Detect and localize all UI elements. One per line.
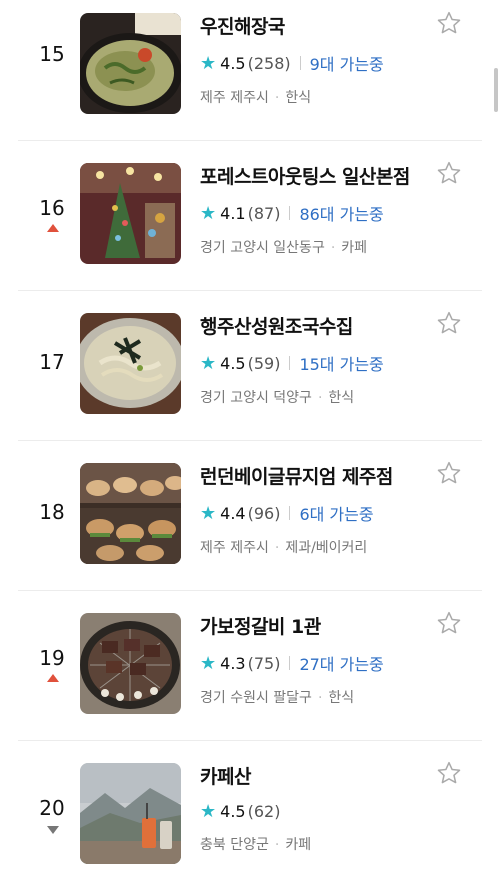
galbi-grill-photo [80,613,181,714]
restaurant-name[interactable]: 런던베이글뮤지엄 제주점 [200,462,440,489]
category-label: 한식 [328,390,355,406]
visiting-count: 15대 가는중 [299,355,384,374]
star-rating-icon: ★ [200,652,217,674]
restaurant-thumbnail[interactable] [80,163,181,264]
restaurant-name[interactable]: 가보정갈비 1관 [200,612,440,639]
restaurant-name[interactable]: 행주산성원조국수집 [200,312,440,339]
dot-separator: · [274,90,280,106]
region-label: 제주 제주시 [200,540,269,556]
list-item[interactable]: 20 카페산 ★ 4.5 (62) 충북 단양군 · 카페 [0,740,500,890]
visiting-count: 6대 가는중 [299,505,374,524]
star-rating-icon: ★ [200,202,217,224]
region-label: 경기 고양시 덕양구 [200,390,312,406]
category-label: 제과/베이커리 [285,540,368,556]
dot-separator: · [317,390,323,406]
rating-value: 4.3 [220,653,246,673]
favorite-star-icon[interactable] [436,760,462,786]
favorite-star-icon[interactable] [436,610,462,636]
review-count: (96) [247,503,281,523]
category-label: 카페 [341,240,368,256]
star-rating-icon: ★ [200,502,217,524]
trend-down-icon [47,826,59,834]
favorite-star-icon[interactable] [436,10,462,36]
rating-value: 4.5 [220,802,246,821]
noodle-soup-photo [80,313,181,414]
dot-separator: · [317,690,323,706]
haejangguk-photo [80,13,181,114]
list-item[interactable]: 19 가보정갈비 1관 ★ 4.3 (75) 27대 가는중 경기 수원시 팔달… [0,590,500,740]
divider [299,56,301,70]
rating-value: 4.5 [220,353,246,373]
restaurant-name[interactable]: 카페산 [200,762,440,789]
favorite-star-icon[interactable] [436,460,462,486]
visiting-count: 9대 가는중 [309,55,384,74]
visiting-count: 27대 가는중 [299,655,384,674]
restaurant-thumbnail[interactable] [80,463,181,564]
divider [289,656,291,670]
rank-number: 15 [39,42,65,66]
restaurant-thumbnail[interactable] [80,763,181,864]
favorite-star-icon[interactable] [436,160,462,186]
rating-value: 4.4 [220,503,246,523]
list-item[interactable]: 16 포레스트아웃팅스 일산본점 ★ 4.1 (87) 86대 가는중 경기 고… [0,140,500,290]
dot-separator: · [274,837,280,853]
restaurant-thumbnail[interactable] [80,613,181,714]
rank-number: 16 [39,196,65,220]
bagels-photo [80,463,181,564]
rank-number: 19 [39,646,65,670]
review-count: (87) [247,203,281,223]
star-rating-icon: ★ [200,352,217,374]
category-label: 한식 [285,90,312,106]
category-label: 카페 [285,837,312,853]
restaurant-name[interactable]: 우진해장국 [200,12,440,39]
divider [289,506,291,520]
dot-separator: · [274,540,280,556]
region-label: 충북 단양군 [200,837,269,853]
review-count: (62) [247,802,281,821]
list-item[interactable]: 15 우진해장국 ★ 4.5 (258) 9대 가는중 제주 제주시 · 한식 [0,0,500,140]
rank-number: 17 [39,350,65,374]
star-rating-icon: ★ [200,801,217,822]
star-rating-icon: ★ [200,52,217,74]
review-count: (75) [247,653,281,673]
restaurant-name[interactable]: 포레스트아웃팅스 일산본점 [200,162,440,189]
rating-value: 4.5 [220,53,246,73]
restaurant-thumbnail[interactable] [80,313,181,414]
category-label: 한식 [328,690,355,706]
mountain-cafe-photo [80,763,181,864]
visiting-count: 86대 가는중 [299,205,384,224]
region-label: 제주 제주시 [200,90,269,106]
list-item[interactable]: 17 행주산성원조국수집 ★ 4.5 (59) 15대 가는중 경기 고양시 덕… [0,290,500,440]
region-label: 경기 수원시 팔달구 [200,690,312,706]
rank-number: 20 [39,796,65,820]
cafe-interior-photo [80,163,181,264]
review-count: (59) [247,353,281,373]
trend-up-icon [47,674,59,682]
region-label: 경기 고양시 일산동구 [200,240,325,256]
ranking-list: 15 우진해장국 ★ 4.5 (258) 9대 가는중 제주 제주시 · 한식 … [0,0,500,890]
dot-separator: · [330,240,336,256]
list-item[interactable]: 18 런던베이글뮤지엄 제주점 ★ 4.4 (96) 6대 가는중 제주 제주시… [0,440,500,590]
divider [289,206,291,220]
scrollbar[interactable] [494,68,498,112]
divider [289,356,291,370]
rating-value: 4.1 [220,203,246,223]
trend-up-icon [47,224,59,232]
rank-number: 18 [39,500,65,524]
favorite-star-icon[interactable] [436,310,462,336]
review-count: (258) [247,53,291,73]
restaurant-thumbnail[interactable] [80,13,181,114]
